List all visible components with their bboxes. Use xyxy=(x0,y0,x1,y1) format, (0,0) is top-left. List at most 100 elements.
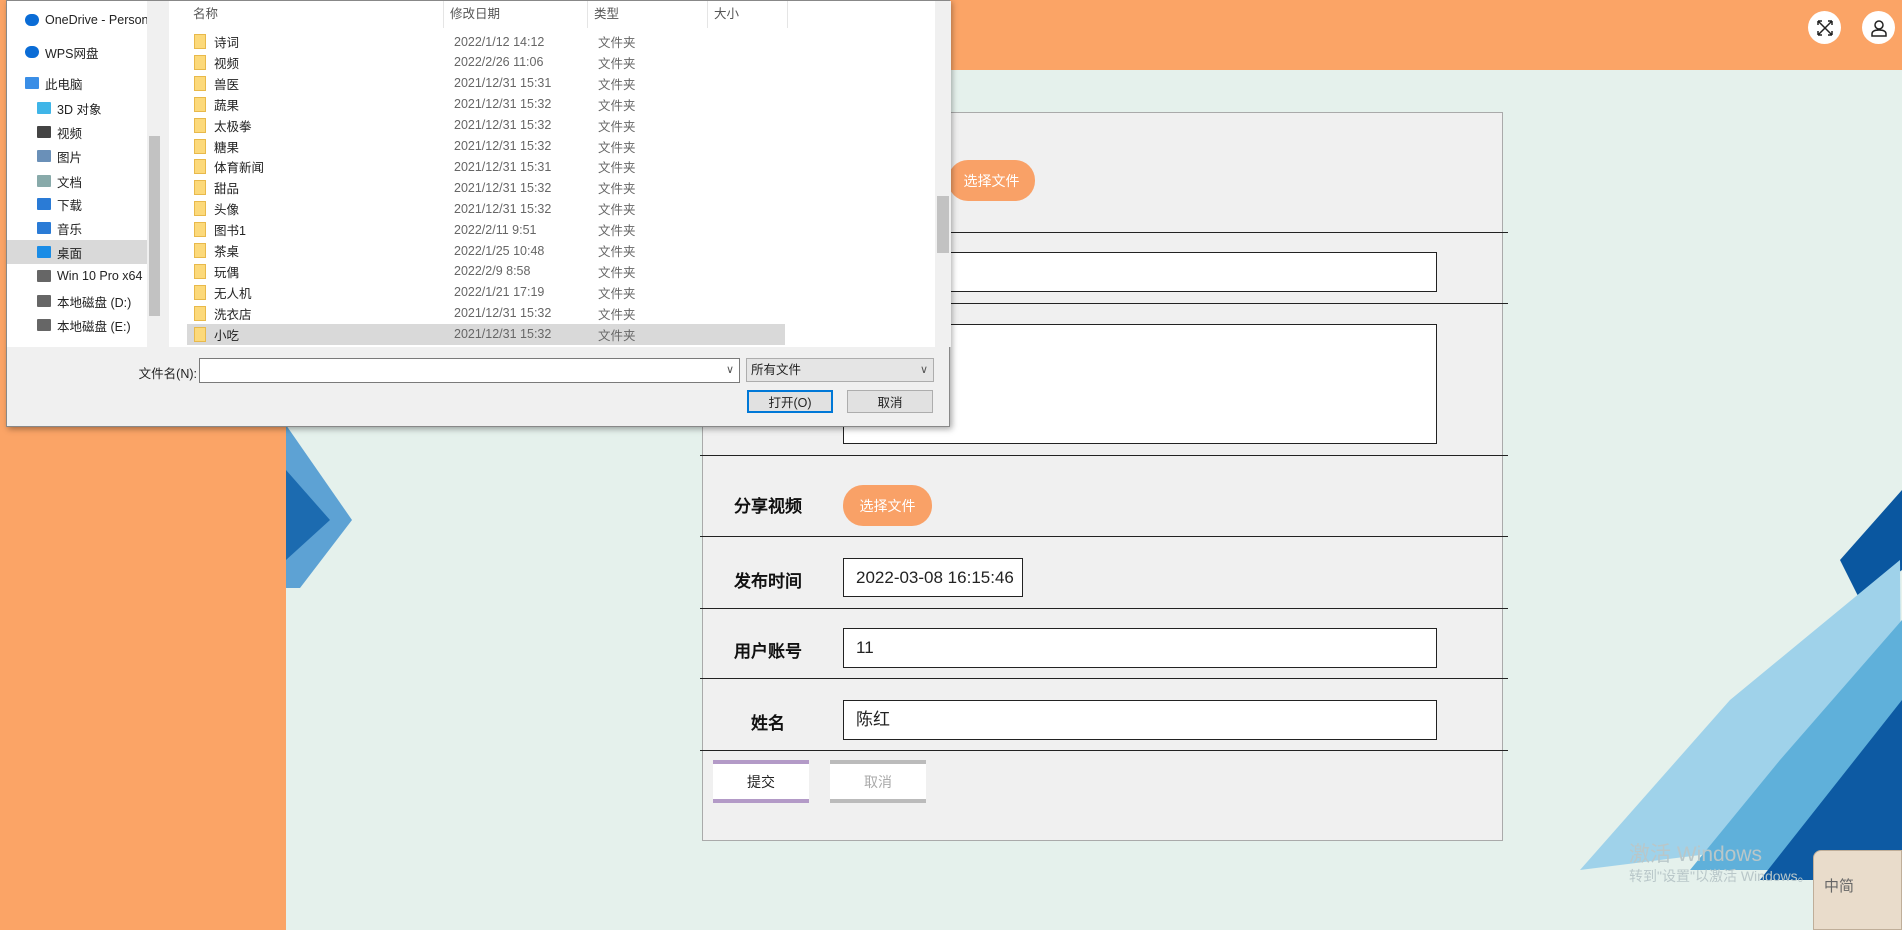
nav-item-label: 桌面 xyxy=(57,246,83,261)
file-list-scroll-thumb[interactable] xyxy=(937,196,949,253)
drive-icon xyxy=(37,295,51,307)
file-type: 文件夹 xyxy=(598,56,636,71)
file-date: 2022/2/9 8:58 xyxy=(454,264,531,279)
file-name: 体育新闻 xyxy=(214,161,265,176)
file-type: 文件夹 xyxy=(598,307,636,322)
time-input[interactable]: 2022-03-08 16:15:46 xyxy=(843,558,1023,597)
column-header-type[interactable]: 类型 xyxy=(588,1,708,28)
open-button[interactable]: 打开(O) xyxy=(747,390,833,413)
activation-watermark-subtitle: 转到"设置"以激活 Windows。 xyxy=(1629,868,1812,884)
nav-item-label: 本地磁盘 (E:) xyxy=(57,319,131,334)
file-name: 甜品 xyxy=(214,182,240,197)
nav-scroll-thumb[interactable] xyxy=(149,136,160,316)
submit-button[interactable]: 提交 xyxy=(713,760,809,803)
file-name: 兽医 xyxy=(214,77,240,92)
file-row[interactable]: 视频 2022/2/26 11:06 文件夹 xyxy=(187,52,785,73)
chevron-down-icon[interactable]: ∨ xyxy=(726,363,734,376)
file-row[interactable]: 糖果 2021/12/31 15:32 文件夹 xyxy=(187,136,785,157)
computer-icon xyxy=(25,77,39,89)
folder-icon xyxy=(194,54,206,70)
file-row[interactable]: 兽医 2021/12/31 15:31 文件夹 xyxy=(187,73,785,94)
filename-label: 文件名(N): xyxy=(138,367,197,381)
file-row[interactable]: 图书1 2022/2/11 9:51 文件夹 xyxy=(187,219,785,240)
file-name: 无人机 xyxy=(214,286,252,301)
file-row[interactable]: 蔬果 2021/12/31 15:32 文件夹 xyxy=(187,94,785,115)
account-input[interactable]: 11 xyxy=(843,628,1437,668)
nav-item[interactable]: 视频 xyxy=(7,120,147,144)
nav-item-label: 音乐 xyxy=(57,222,83,237)
nav-item[interactable]: 本地磁盘 (E:) xyxy=(7,313,147,337)
file-date: 2022/1/12 14:12 xyxy=(454,34,545,49)
nav-item[interactable]: 此电脑 xyxy=(7,71,147,95)
nav-item[interactable]: 音乐 xyxy=(7,216,147,240)
nav-item[interactable]: 桌面 xyxy=(7,240,147,264)
nav-scrollbar[interactable] xyxy=(147,1,162,347)
select-file-button[interactable]: 选择文件 xyxy=(948,160,1035,201)
activation-watermark-title: 激活 Windows xyxy=(1629,843,1763,866)
user-button[interactable] xyxy=(1862,11,1895,44)
file-type: 文件夹 xyxy=(598,245,636,259)
nav-item[interactable]: WPS网盘 xyxy=(7,40,147,64)
file-date: 2021/12/31 15:31 xyxy=(454,159,552,174)
file-row[interactable]: 茶桌 2022/1/25 10:48 文件夹 xyxy=(187,240,785,261)
folder-icon xyxy=(194,138,206,154)
nav-item[interactable]: 图片 xyxy=(7,144,147,168)
file-row[interactable]: 太极拳 2021/12/31 15:32 文件夹 xyxy=(187,115,785,136)
nav-item[interactable]: 3D 对象 xyxy=(7,96,147,120)
file-row[interactable]: 甜品 2021/12/31 15:32 文件夹 xyxy=(187,177,785,198)
nav-item[interactable]: 本地磁盘 (D:) xyxy=(7,289,147,313)
chevron-down-icon: ∨ xyxy=(919,364,928,376)
dialog-cancel-button[interactable]: 取消 xyxy=(847,390,933,413)
desktop-icon xyxy=(37,246,51,258)
column-header-date[interactable]: 修改日期 xyxy=(444,1,588,28)
file-type-filter[interactable]: 所有文件 ∨ xyxy=(746,358,934,382)
file-date: 2021/12/31 15:32 xyxy=(454,97,552,112)
file-type: 文件夹 xyxy=(598,119,636,134)
divider xyxy=(700,750,1508,751)
divider xyxy=(700,536,1508,537)
file-name: 视频 xyxy=(214,56,240,71)
cancel-button[interactable]: 取消 xyxy=(830,760,926,803)
nav-item-label: OneDrive - Personal xyxy=(45,13,147,27)
file-name: 诗词 xyxy=(214,36,240,50)
file-type: 文件夹 xyxy=(598,265,636,280)
nav-item[interactable]: Win 10 Pro x64 xyxy=(7,264,147,288)
file-type: 文件夹 xyxy=(598,36,636,50)
column-header-size[interactable]: 大小 xyxy=(708,1,788,28)
nav-item[interactable]: OneDrive - Personal xyxy=(7,8,147,32)
file-row[interactable]: 玩偶 2022/2/9 8:58 文件夹 xyxy=(187,261,785,282)
filename-input[interactable]: ∨ xyxy=(199,358,740,383)
nav-item[interactable]: 文档 xyxy=(7,169,147,193)
file-list: 名称 修改日期 类型 大小 诗词 2022/1/12 14:12 文件夹 视频 2022… xyxy=(169,1,935,347)
nav-item-label: Win 10 Pro x64 xyxy=(57,269,143,283)
navigation-pane: OneDrive - Personal WPS网盘此电脑 3D 对象 视频 图片 文档 下载… xyxy=(7,1,162,347)
nav-item-label: WPS网盘 xyxy=(45,46,99,61)
file-row[interactable]: 洗衣店 2021/12/31 15:32 文件夹 xyxy=(187,303,785,324)
file-row[interactable]: 无人机 2022/1/21 17:19 文件夹 xyxy=(187,282,785,303)
nav-item[interactable]: 下载 xyxy=(7,192,147,216)
file-date: 2021/12/31 15:32 xyxy=(454,180,552,195)
file-name: 洗衣店 xyxy=(214,307,252,322)
ime-indicator[interactable]: 中简 xyxy=(1813,850,1902,930)
file-name: 玩偶 xyxy=(214,265,240,280)
file-type: 文件夹 xyxy=(598,224,636,239)
file-type: 文件夹 xyxy=(598,140,636,155)
file-row[interactable]: 小吃 2021/12/31 15:32 文件夹 xyxy=(187,323,785,345)
name-label: 姓名 xyxy=(751,714,785,733)
drive-icon xyxy=(37,270,51,282)
file-row[interactable]: 体育新闻 2021/12/31 15:31 文件夹 xyxy=(187,156,785,177)
folder-icon xyxy=(194,305,206,321)
select-video-button[interactable]: 选择文件 xyxy=(843,485,932,526)
file-row[interactable]: 头像 2021/12/31 15:32 文件夹 xyxy=(187,198,785,219)
name-input[interactable]: 陈红 xyxy=(843,700,1437,740)
account-label: 用户账号 xyxy=(734,642,802,661)
document-icon xyxy=(37,175,51,187)
file-row[interactable]: 诗词 2022/1/12 14:12 文件夹 xyxy=(187,31,785,52)
nav-item-label: 本地磁盘 (D:) xyxy=(57,295,132,310)
file-date: 2022/1/21 17:19 xyxy=(454,285,545,300)
file-list-scrollbar[interactable] xyxy=(935,1,951,347)
column-header-name[interactable]: 名称 xyxy=(187,1,444,28)
fullscreen-button[interactable] xyxy=(1808,11,1841,44)
file-type: 文件夹 xyxy=(598,182,636,197)
user-icon xyxy=(1870,19,1887,37)
